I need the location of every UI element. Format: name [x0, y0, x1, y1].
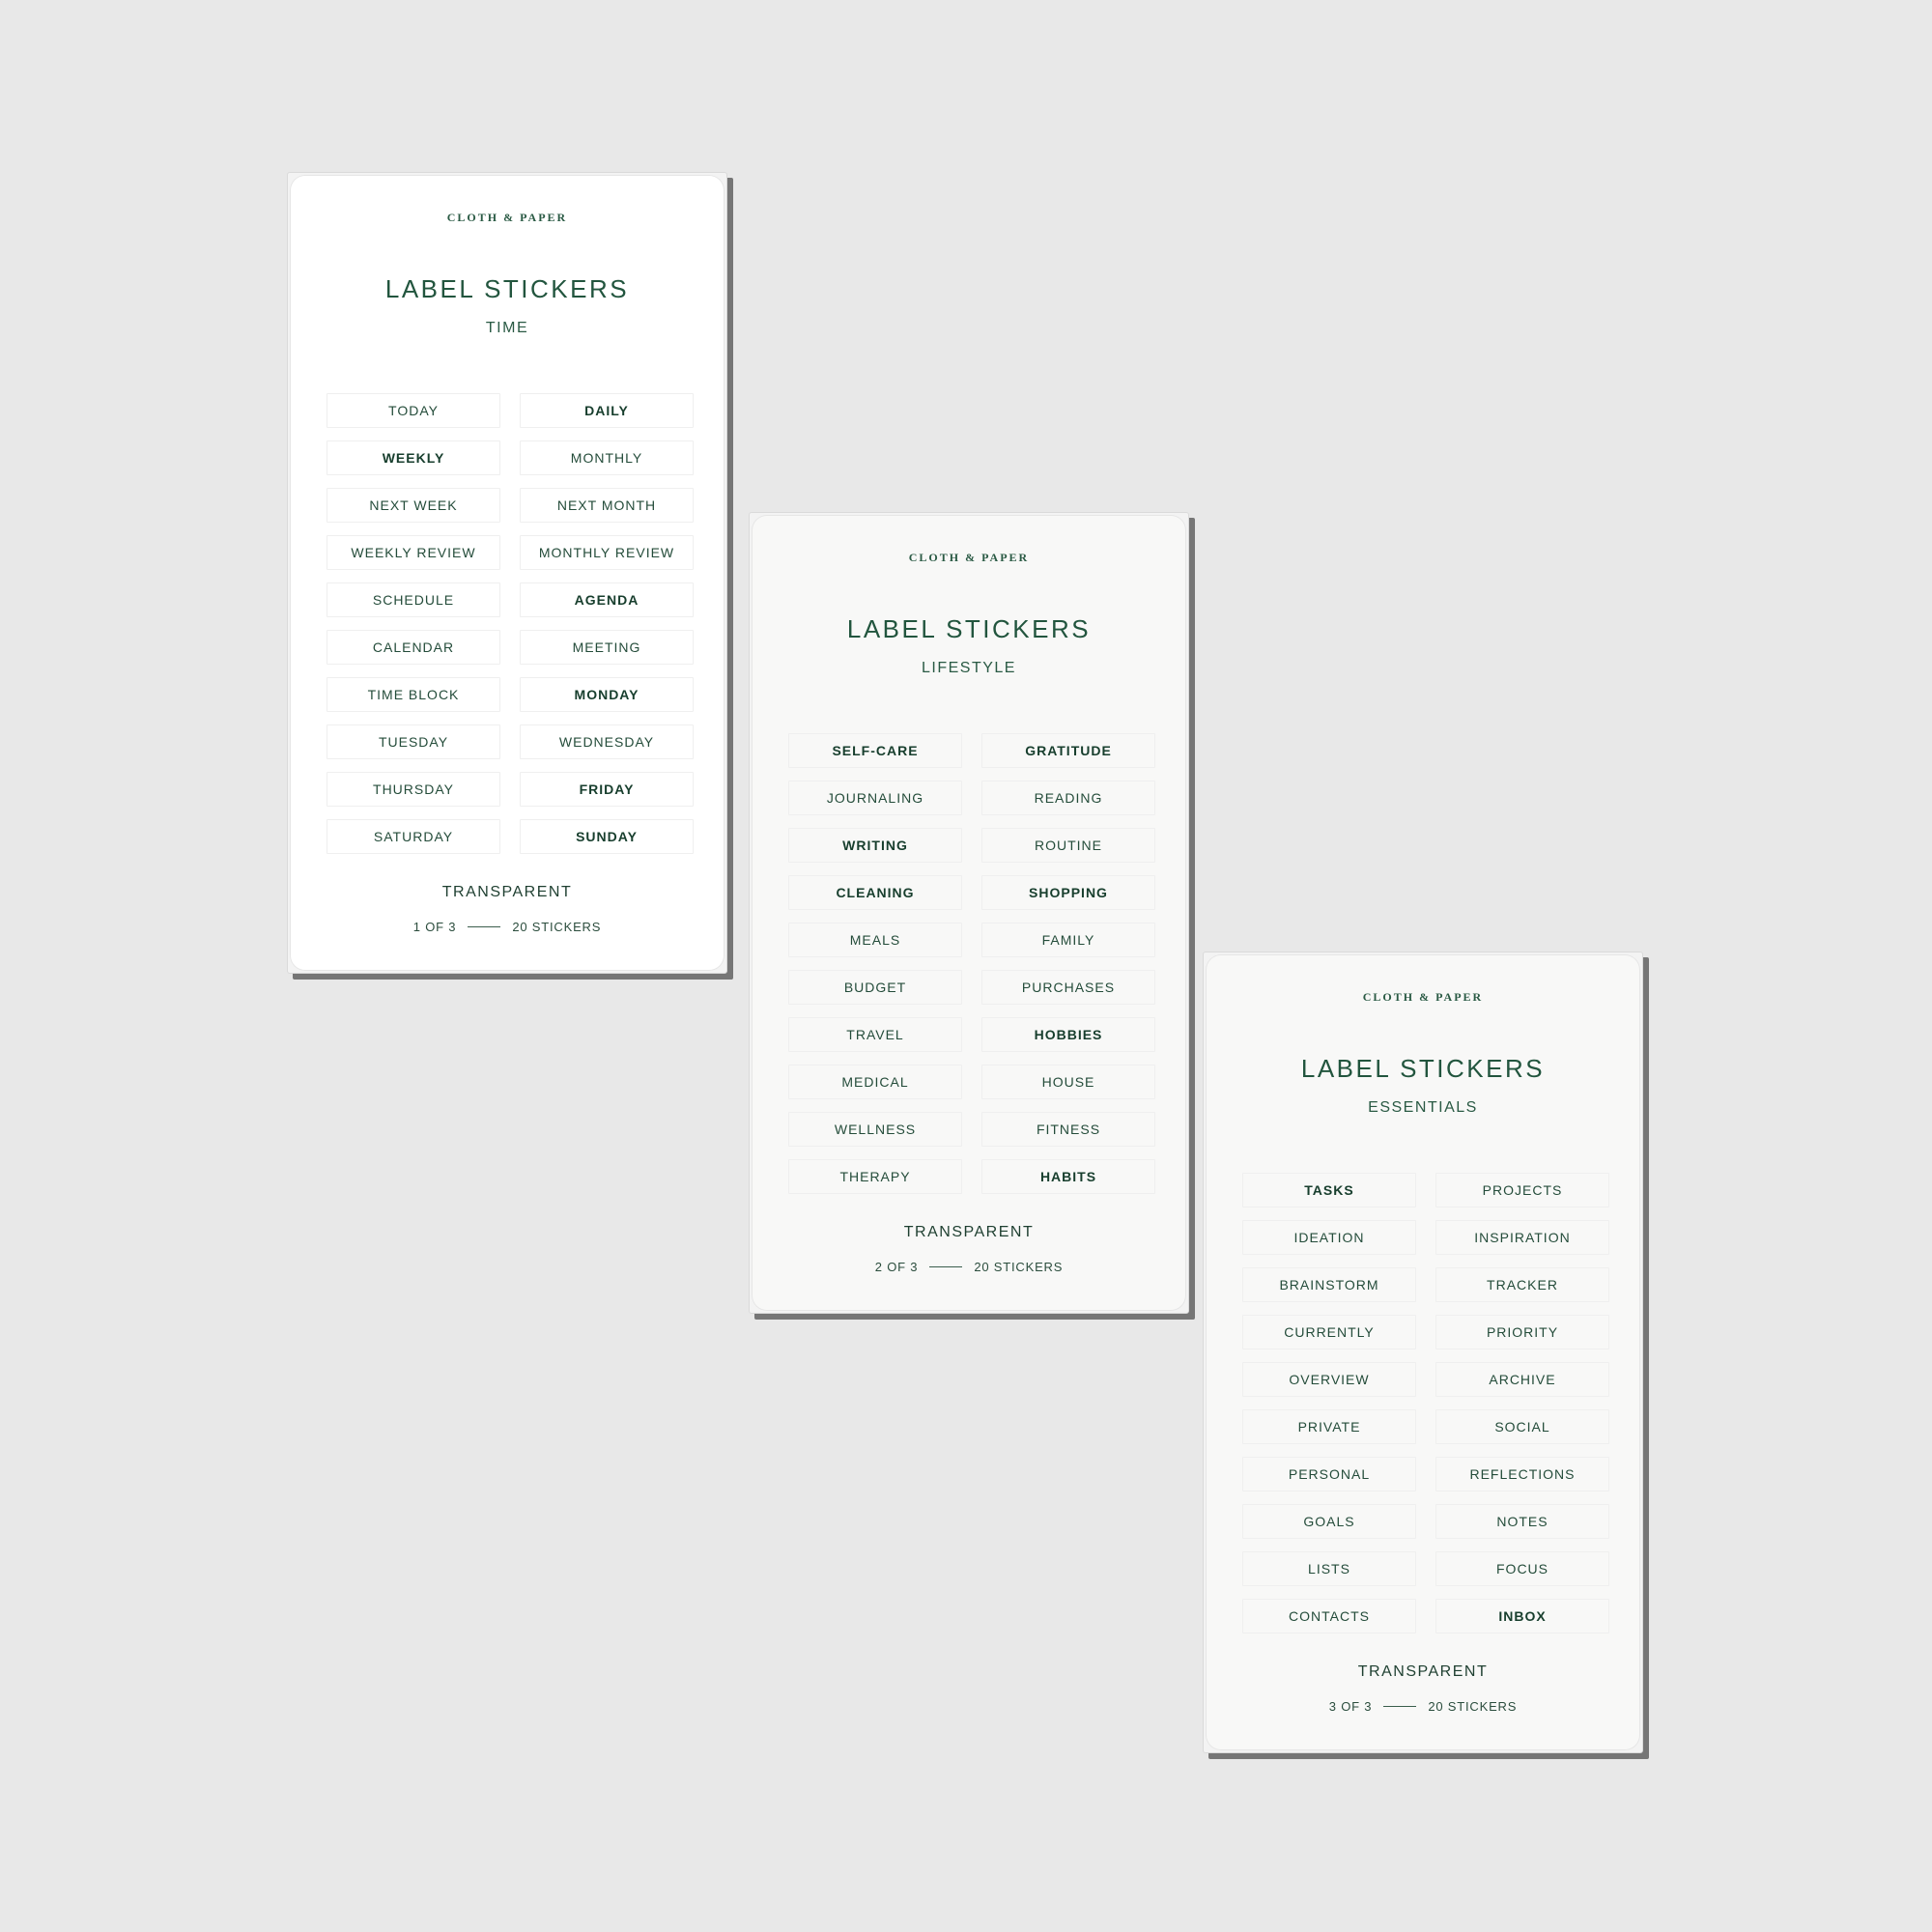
label-sticker: HOUSE	[981, 1065, 1155, 1099]
sheet-meta: 2 OF 3 20 STICKERS	[752, 1260, 1186, 1274]
sheet-meta: 1 OF 3 20 STICKERS	[290, 920, 724, 934]
sticker-sheet-face: CLOTH & PAPER LABEL STICKERS TIME TODAY D…	[290, 175, 724, 971]
label-sticker: PRIORITY	[1435, 1315, 1609, 1350]
label-sticker: WELLNESS	[788, 1112, 962, 1147]
label-sticker: WRITING	[788, 828, 962, 863]
brand-logo: CLOTH & PAPER	[1362, 990, 1484, 1004]
label-sticker: FAMILY	[981, 923, 1155, 957]
label-sticker: MEALS	[788, 923, 962, 957]
label-sticker: LISTS	[1242, 1551, 1416, 1586]
label-sticker: GOALS	[1242, 1504, 1416, 1539]
label-sticker: GRATITUDE	[981, 733, 1155, 768]
brand-logo: CLOTH & PAPER	[908, 551, 1030, 564]
label-sticker: NEXT WEEK	[327, 488, 500, 523]
label-sticker: NEXT MONTH	[520, 488, 694, 523]
label-sticker: CLEANING	[788, 875, 962, 910]
label-sticker: AGENDA	[520, 582, 694, 617]
sheet-number: 3 OF 3	[1328, 1699, 1373, 1714]
label-sticker: BRAINSTORM	[1242, 1267, 1416, 1302]
label-sticker: INBOX	[1435, 1599, 1609, 1634]
label-sticker: SCHEDULE	[327, 582, 500, 617]
label-sticker: THURSDAY	[327, 772, 500, 807]
label-sticker: SATURDAY	[327, 819, 500, 854]
sticker-count: 20 STICKERS	[1428, 1699, 1518, 1714]
sticker-finish: TRANSPARENT	[1357, 1663, 1489, 1680]
divider-dash	[1383, 1706, 1417, 1707]
label-sticker: MONTHLY REVIEW	[520, 535, 694, 570]
label-sticker: BUDGET	[788, 970, 962, 1005]
sheet-title: LABEL STICKERS	[1300, 1054, 1546, 1083]
sticker-sheet-lifestyle: CLOTH & PAPER LABEL STICKERS LIFESTYLE S…	[749, 512, 1195, 1320]
sticker-sheet-time: CLOTH & PAPER LABEL STICKERS TIME TODAY D…	[287, 172, 733, 980]
sheet-title: LABEL STICKERS	[846, 614, 1092, 643]
sheet-meta: 3 OF 3 20 STICKERS	[1206, 1699, 1640, 1714]
label-sticker: NOTES	[1435, 1504, 1609, 1539]
sheet-category: ESSENTIALS	[1368, 1099, 1478, 1116]
divider-dash	[929, 1266, 963, 1267]
label-sticker: TASKS	[1242, 1173, 1416, 1208]
label-sticker: ARCHIVE	[1435, 1362, 1609, 1397]
label-sticker: TRAVEL	[788, 1017, 962, 1052]
label-sticker: ROUTINE	[981, 828, 1155, 863]
label-sticker: WEEKLY	[327, 440, 500, 475]
label-sticker: OVERVIEW	[1242, 1362, 1416, 1397]
label-sticker: THERAPY	[788, 1159, 962, 1194]
label-sticker: PROJECTS	[1435, 1173, 1609, 1208]
label-sticker: FOCUS	[1435, 1551, 1609, 1586]
label-sticker: READING	[981, 781, 1155, 815]
label-grid: SELF-CARE GRATITUDE JOURNALING READING WRITI…	[788, 733, 1157, 1194]
sheet-title: LABEL STICKERS	[384, 274, 630, 303]
sticker-finish: TRANSPARENT	[903, 1224, 1035, 1240]
label-sticker: MONTHLY	[520, 440, 694, 475]
label-sticker: TIME BLOCK	[327, 677, 500, 712]
label-sticker: DAILY	[520, 393, 694, 428]
label-sticker: INSPIRATION	[1435, 1220, 1609, 1255]
label-sticker: FRIDAY	[520, 772, 694, 807]
label-sticker: CURRENTLY	[1242, 1315, 1416, 1350]
label-grid: TODAY DAILY WEEKLY MONTHLY NEXT WEEK NEXT MON…	[327, 393, 696, 854]
label-grid: TASKS PROJECTS IDEATION INSPIRATION BRAINSTO…	[1242, 1173, 1611, 1634]
sticker-sheet-face: CLOTH & PAPER LABEL STICKERS ESSENTIALS …	[1206, 954, 1640, 1750]
label-sticker: IDEATION	[1242, 1220, 1416, 1255]
label-sticker: MEDICAL	[788, 1065, 962, 1099]
label-sticker: WEDNESDAY	[520, 724, 694, 759]
label-sticker: SHOPPING	[981, 875, 1155, 910]
divider-dash	[468, 926, 501, 927]
label-sticker: SUNDAY	[520, 819, 694, 854]
label-sticker: REFLECTIONS	[1435, 1457, 1609, 1492]
label-sticker: PRIVATE	[1242, 1409, 1416, 1444]
label-sticker: SOCIAL	[1435, 1409, 1609, 1444]
label-sticker: PURCHASES	[981, 970, 1155, 1005]
label-sticker: HABITS	[981, 1159, 1155, 1194]
label-sticker: MONDAY	[520, 677, 694, 712]
label-sticker: FITNESS	[981, 1112, 1155, 1147]
label-sticker: SELF-CARE	[788, 733, 962, 768]
label-sticker: PERSONAL	[1242, 1457, 1416, 1492]
sheet-category: TIME	[485, 320, 529, 336]
sheet-category: LIFESTYLE	[922, 660, 1016, 676]
label-sticker: JOURNALING	[788, 781, 962, 815]
sticker-sheet-face: CLOTH & PAPER LABEL STICKERS LIFESTYLE S…	[752, 515, 1186, 1311]
sticker-count: 20 STICKERS	[974, 1260, 1064, 1274]
label-sticker: MEETING	[520, 630, 694, 665]
sticker-sheet-essentials: CLOTH & PAPER LABEL STICKERS ESSENTIALS …	[1203, 952, 1649, 1759]
sheet-number: 1 OF 3	[412, 920, 457, 934]
label-sticker: TODAY	[327, 393, 500, 428]
label-sticker: TUESDAY	[327, 724, 500, 759]
sheet-number: 2 OF 3	[874, 1260, 919, 1274]
brand-logo: CLOTH & PAPER	[446, 211, 568, 224]
label-sticker: WEEKLY REVIEW	[327, 535, 500, 570]
label-sticker: HOBBIES	[981, 1017, 1155, 1052]
sticker-count: 20 STICKERS	[512, 920, 602, 934]
label-sticker: CONTACTS	[1242, 1599, 1416, 1634]
label-sticker: CALENDAR	[327, 630, 500, 665]
label-sticker: TRACKER	[1435, 1267, 1609, 1302]
sticker-finish: TRANSPARENT	[441, 884, 573, 900]
